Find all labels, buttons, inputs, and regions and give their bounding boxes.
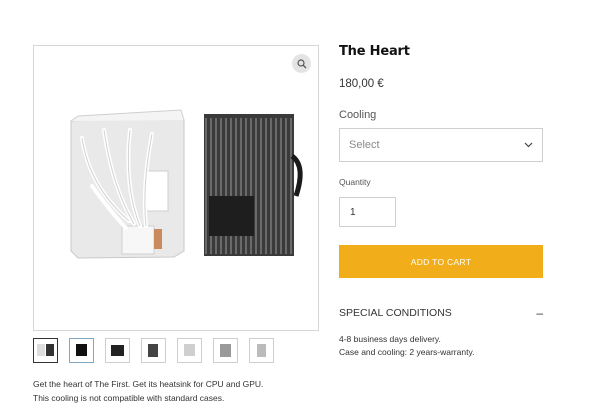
magnifier-icon [296,58,306,68]
special-conditions-toggle[interactable]: SPECIAL CONDITIONS – [339,307,543,319]
cooling-select[interactable]: Select [339,128,543,162]
collapse-icon: – [536,306,543,320]
thumbnail-strip [33,338,274,363]
product-price: 180,00 € [339,78,384,90]
condition-line: 4-8 business days delivery. [339,334,441,344]
thumbnail-7[interactable] [249,338,274,363]
thumbnail-6[interactable] [213,338,238,363]
product-description: Get the heart of The First. Get its heat… [33,377,263,405]
black-fin-stack [204,114,303,256]
thumbnail-5[interactable] [177,338,202,363]
thumbnail-image [111,345,124,356]
chevron-down-icon [524,142,533,148]
quantity-label: Quantity [339,177,371,187]
thumbnail-image [220,344,231,357]
thumbnail-image [37,344,54,356]
product-title: The Heart [339,44,410,59]
option-label: Cooling [339,109,377,121]
special-conditions-content: 4-8 business days delivery. Case and coo… [339,333,474,359]
thumbnail-image [184,344,195,356]
description-line: This cooling is not compatible with stan… [33,393,225,403]
thumbnail-image [257,344,266,357]
white-module-shape [70,109,185,259]
select-placeholder: Select [349,139,380,151]
thumbnail-4[interactable] [141,338,166,363]
thumbnail-2[interactable] [69,338,94,363]
thumbnail-1[interactable] [33,338,58,363]
thumbnail-3[interactable] [105,338,130,363]
special-conditions-heading: SPECIAL CONDITIONS [339,307,452,319]
product-image [70,109,303,259]
zoom-button[interactable] [292,54,311,73]
product-image-gallery[interactable] [33,45,319,331]
quantity-input[interactable]: 1 [339,197,396,227]
condition-line: Case and cooling: 2 years-warranty. [339,347,475,357]
add-to-cart-button[interactable]: ADD TO CART [339,245,543,278]
description-line: Get the heart of The First. Get its heat… [33,379,264,389]
thumbnail-image [76,344,87,356]
thumbnail-image [148,344,158,357]
